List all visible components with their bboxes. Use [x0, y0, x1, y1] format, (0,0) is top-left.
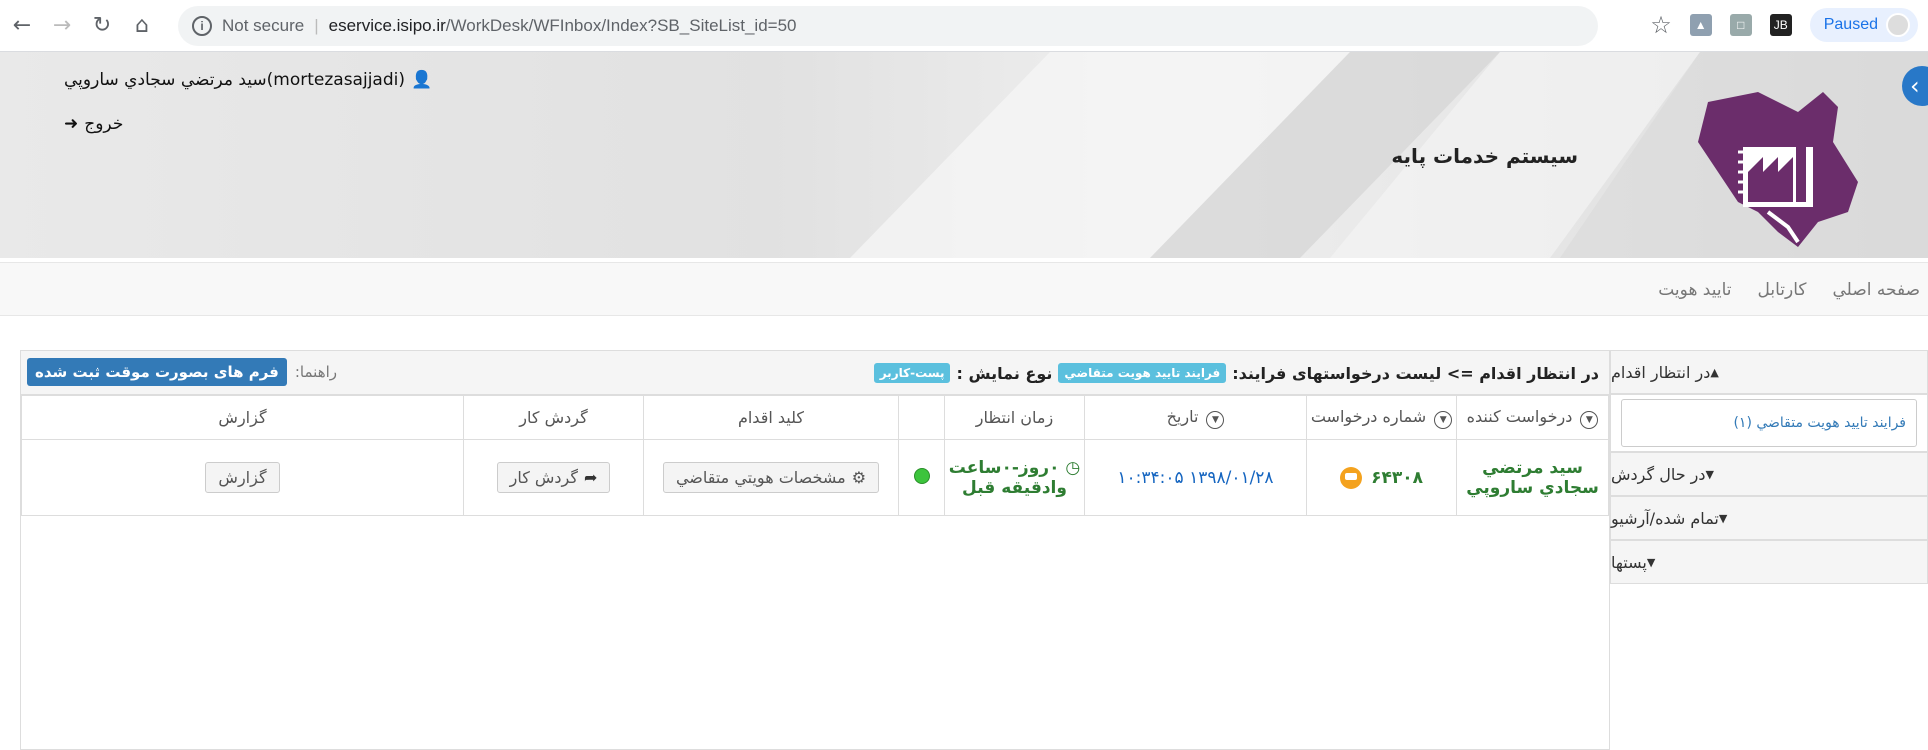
col-date[interactable]: ▼ تاریخ [1084, 395, 1307, 440]
sidebar-item-pending[interactable]: ▲ در انتظار اقدام [1610, 350, 1928, 394]
address-bar[interactable]: i Not secure | eservice.isipo.ir /WorkDe… [178, 6, 1598, 46]
clock-icon: ◷ [1065, 457, 1081, 478]
requests-table: ▼ درخواست کننده ▼ شماره درخواست ▼ تاریخ زما… [21, 395, 1609, 516]
view-type-text: نوع نمایش : [956, 363, 1053, 383]
sidebar-item-label: پستها [1611, 552, 1647, 572]
wait-time-line2: وادقيقه قبل [962, 477, 1067, 498]
sidebar-subitem-identity-process[interactable]: فرايند تاييد هويت متقاضي (۱) [1621, 399, 1917, 447]
url-path: /WorkDesk/WFInbox/Index?SB_SiteList_id=5… [445, 16, 797, 35]
extension-icon[interactable]: □ [1729, 14, 1752, 36]
back-arrow-icon[interactable]: ← [4, 8, 40, 44]
logout-link[interactable]: ➜ خروج [64, 114, 123, 134]
process-label: فرايند تاييد هويت متقاضي [1058, 363, 1227, 383]
table-header-row: ▼ درخواست کننده ▼ شماره درخواست ▼ تاریخ زما… [21, 395, 1609, 440]
cell-request-no: ۶۴۳۰۸ [1306, 439, 1457, 516]
requester-name: سيد مرتضي سجادي ساروپي [1466, 457, 1599, 498]
cell-workflow: ➦ گردش کار [463, 439, 644, 516]
nav-item-identity[interactable]: تایید هویت [1658, 280, 1731, 300]
avatar [1886, 13, 1910, 37]
identity-details-button[interactable]: ⚙ مشخصات هويتي متقاضي [662, 462, 880, 493]
cell-report: گزارش [21, 439, 464, 516]
forward-arrow-icon[interactable]: → [44, 8, 80, 44]
nav-item-home[interactable]: صفحه اصلي [1833, 280, 1920, 300]
guide: راهنما: فرم های بصورت موقت ثبت شده [27, 358, 337, 386]
report-button[interactable]: گزارش [205, 462, 280, 493]
request-date: ۱۳۹۸/۰۱/۲۸ ۱۰:۳۴:۰۵ [1117, 467, 1274, 488]
caret-up-icon: ▲ [1710, 365, 1719, 379]
site-header: سيد مرتضي سجادي ساروپي(mortezasajjadi) 👤… [0, 52, 1928, 258]
identity-details-label: مشخصات هويتي متقاضي [675, 468, 846, 487]
wait-time-text: ۰روز-۰ساعت [948, 457, 1060, 478]
site-title: سيستم خدمات پايه [1391, 144, 1578, 168]
wait-time-line1: ◷ ۰روز-۰ساعت [946, 458, 1083, 478]
caret-down-icon: ▼ [1646, 555, 1656, 569]
col-action: کلید اقدام [643, 395, 899, 440]
extension-icon[interactable]: ▲ [1689, 14, 1712, 36]
cell-wait-time: ◷ ۰روز-۰ساعت وادقيقه قبل [944, 439, 1085, 516]
status-indicator-icon [913, 467, 930, 484]
profile-paused-button[interactable]: Paused [1809, 8, 1918, 42]
sidebar-item-posts[interactable]: ▼ پستها [1610, 540, 1928, 584]
main-navbar: صفحه اصلي کارتابل تایید هویت [0, 262, 1928, 316]
user-icon: 👤 [411, 70, 433, 90]
arrow-circle-icon: ➦ [584, 468, 598, 487]
address-separator: | [314, 16, 319, 35]
sidebar: ▲ در انتظار اقدام فرايند تاييد هويت متقا… [1610, 350, 1928, 584]
user-info: سيد مرتضي سجادي ساروپي(mortezasajjadi) 👤 [64, 70, 432, 90]
requests-panel: در انتظار اقدام => لیست درخواستهای فراین… [20, 350, 1610, 750]
sidebar-item-label: تمام شده/آرشيو [1611, 508, 1719, 528]
request-number: ۶۴۳۰۸ [1371, 467, 1423, 488]
info-icon[interactable]: i [192, 16, 212, 36]
workflow-button[interactable]: ➦ گردش کار [496, 462, 611, 493]
sidebar-item-archive[interactable]: ▼ تمام شده/آرشيو [1610, 496, 1928, 540]
bookmark-star-icon[interactable]: ☆ [1650, 11, 1672, 39]
col-report: گزارش [21, 395, 464, 440]
caret-down-icon: ▼ [1718, 511, 1728, 525]
panel-title: در انتظار اقدام => لیست درخواستهای فراین… [873, 351, 1599, 395]
cell-requester: سيد مرتضي سجادي ساروپي [1456, 439, 1609, 516]
url-host: eservice.isipo.ir [328, 16, 446, 35]
cell-date: ۱۳۹۸/۰۱/۲۸ ۱۰:۳۴:۰۵ [1084, 439, 1307, 516]
guide-label: راهنما: [294, 363, 338, 381]
col-workflow: گردش کار [463, 395, 644, 440]
col-label: تاریخ [1166, 406, 1199, 426]
reload-icon[interactable]: ↻ [84, 8, 120, 44]
col-status [898, 395, 945, 440]
table-row: سيد مرتضي سجادي ساروپي ۶۴۳۰۸ ۱۳۹۸/۰۱/۲۸ … [21, 439, 1609, 516]
caret-down-icon: ▼ [1705, 467, 1714, 481]
sort-icon[interactable]: ▼ [1580, 410, 1599, 429]
paused-label: Paused [1823, 16, 1878, 33]
col-label: درخواست کننده [1466, 406, 1573, 426]
temp-forms-button[interactable]: فرم های بصورت موقت ثبت شده [27, 358, 287, 386]
col-requester[interactable]: ▼ درخواست کننده [1456, 395, 1609, 440]
col-label: شماره درخواست [1310, 406, 1427, 426]
home-icon[interactable]: ⌂ [124, 8, 160, 44]
logout-label: خروج [84, 114, 124, 134]
sort-icon[interactable]: ▼ [1206, 410, 1225, 429]
browser-toolbar: ← → ↻ ⌂ i Not secure | eservice.isipo.ir… [0, 0, 1928, 52]
sidebar-subitem-container: فرايند تاييد هويت متقاضي (۱) [1610, 394, 1928, 452]
iran-map-logo-icon [1698, 92, 1858, 247]
jetbrains-extension-icon[interactable]: JB [1769, 14, 1792, 36]
comment-icon[interactable] [1340, 466, 1362, 489]
cell-status [898, 439, 945, 516]
logout-icon: ➜ [64, 114, 79, 134]
gear-icon: ⚙ [851, 468, 867, 487]
sort-icon[interactable]: ▼ [1434, 410, 1453, 429]
sidebar-item-in-progress[interactable]: ▼ در حال گردش [1610, 452, 1928, 496]
workflow-label: گردش کار [509, 468, 578, 487]
panel-header: در انتظار اقدام => لیست درخواستهای فراین… [21, 351, 1609, 395]
sidebar-item-label: در حال گردش [1611, 464, 1706, 484]
col-request-no[interactable]: ▼ شماره درخواست [1306, 395, 1457, 440]
security-label: Not secure [222, 16, 305, 35]
view-type-label: پست-کاربر [873, 363, 951, 383]
cell-action: ⚙ مشخصات هويتي متقاضي [643, 439, 899, 516]
col-wait-time: زمان انتظار [944, 395, 1085, 440]
nav-item-cartable[interactable]: کارتابل [1758, 280, 1807, 300]
sidebar-item-label: در انتظار اقدام [1611, 362, 1711, 382]
panel-title-text: در انتظار اقدام => لیست درخواستهای فراین… [1232, 363, 1599, 383]
user-name: سيد مرتضي سجادي ساروپي(mortezasajjadi) [64, 70, 405, 90]
